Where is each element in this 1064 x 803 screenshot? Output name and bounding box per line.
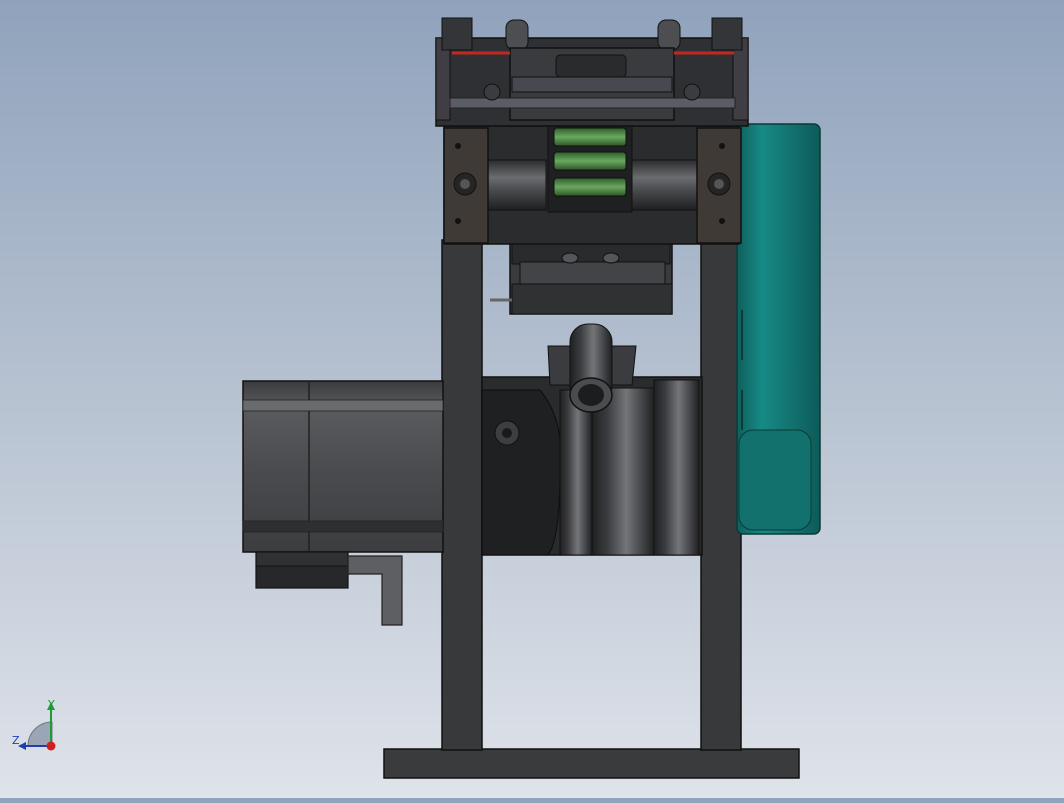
x-axis-dot bbox=[46, 741, 56, 751]
left-upright bbox=[441, 239, 483, 751]
assembly-model[interactable] bbox=[0, 0, 1064, 798]
gear-reducer bbox=[481, 323, 703, 556]
triad-graphic bbox=[18, 702, 56, 751]
stepper-motor bbox=[242, 380, 444, 626]
coordinate-triad: Y Z bbox=[8, 696, 68, 758]
right-upright bbox=[700, 239, 742, 751]
base-plate bbox=[383, 748, 800, 779]
top-assembly bbox=[435, 17, 749, 127]
z-axis-label: Z bbox=[12, 734, 20, 747]
y-axis-label: Y bbox=[48, 698, 55, 711]
teal-housing bbox=[736, 123, 821, 535]
graphics-viewport[interactable]: Y Z bbox=[0, 0, 1064, 798]
roller-section bbox=[443, 119, 742, 245]
